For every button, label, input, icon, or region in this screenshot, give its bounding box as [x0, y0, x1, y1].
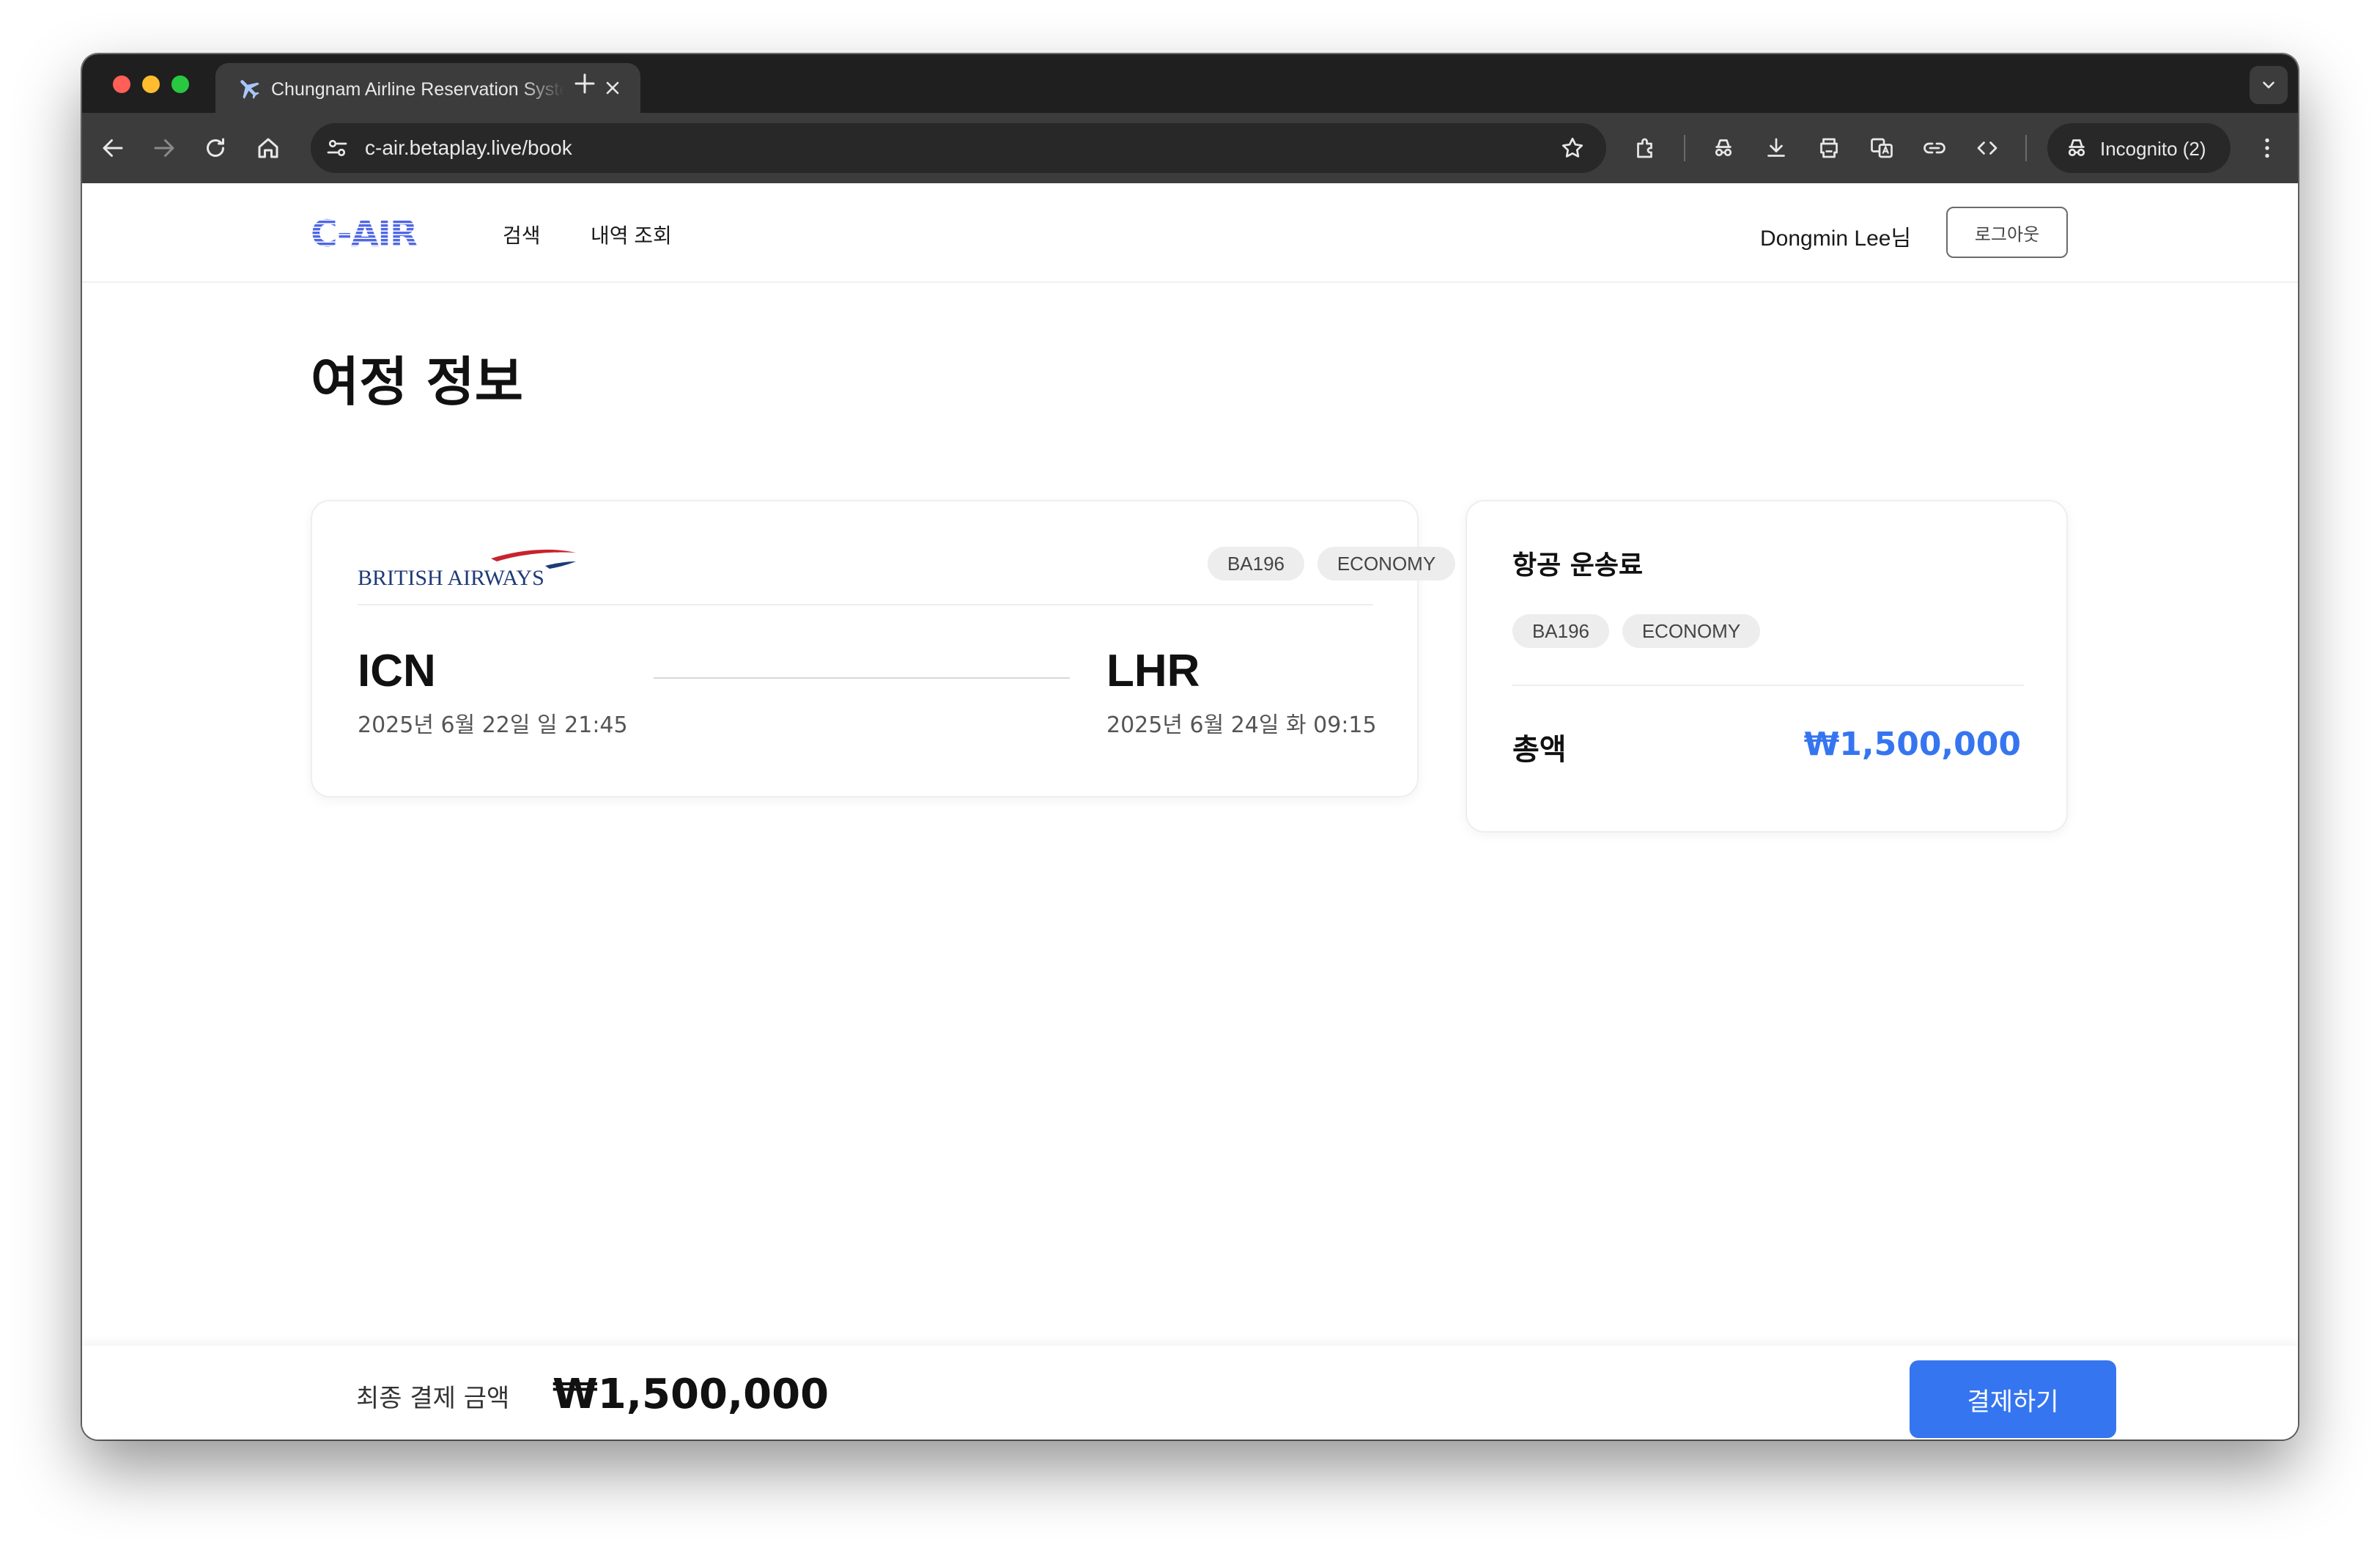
plus-icon[interactable]: [572, 70, 598, 97]
link-icon[interactable]: [1921, 135, 1948, 161]
translate-icon[interactable]: [1869, 135, 1895, 161]
incognito-icon: [2068, 139, 2085, 157]
payment-footer: 최종 결제 금액 ₩1,500,000 결제하기: [82, 1346, 2298, 1440]
arrival-airport: LHR: [1106, 646, 1200, 696]
fare-flight-code-badge: BA196: [1512, 614, 1609, 648]
total-value: ₩1,500,000: [1803, 726, 2021, 763]
flight-card: BRITISH AIRWAYS BA196 ECONOMY ICN LHR 20…: [311, 500, 1455, 797]
incognito-badge[interactable]: Incognito (2): [2047, 123, 2231, 173]
home-icon[interactable]: [255, 135, 281, 161]
fare-title: 항공 운송료: [1512, 550, 1644, 580]
page-title: 여정 정보: [311, 351, 524, 413]
route-line: [654, 677, 1070, 679]
svg-text:C-AIR: C-AIR: [311, 217, 418, 249]
back-arrow-icon[interactable]: [100, 135, 126, 161]
nav-history[interactable]: 내역 조회: [591, 220, 672, 249]
airplane-icon: [240, 80, 259, 99]
departure-airport: ICN: [358, 646, 436, 696]
minimize-window-button[interactable]: [142, 75, 160, 93]
logout-button[interactable]: 로그아웃: [1946, 207, 2068, 258]
incognito-label: Incognito (2): [2100, 138, 2206, 160]
tune-icon[interactable]: [324, 135, 350, 161]
browser-toolbar: c-air.betaplay.live/book Incognito (2): [82, 113, 2298, 183]
page-content: C-AIR 검색 내역 조회 Dongmin Lee님 로그아웃 여정 정보 B…: [82, 183, 2298, 1440]
download-icon[interactable]: [1763, 135, 1789, 161]
address-bar[interactable]: c-air.betaplay.live/book: [311, 123, 1606, 173]
tab-title: Chungnam Airline Reservation System: [271, 79, 564, 100]
departure-datetime: 2025년 6월 22일 일 21:45: [358, 712, 628, 738]
fare-card: 항공 운송료 BA196 ECONOMY 총액 ₩1,500,000: [1466, 500, 2068, 833]
fare-cabin-badge: ECONOMY: [1622, 614, 1760, 648]
user-name: Dongmin Lee님: [1760, 226, 1912, 251]
browser-window: Chungnam Airline Reservation System c-ai…: [82, 54, 2298, 1440]
code-icon[interactable]: [1974, 135, 2000, 161]
nav-search[interactable]: 검색: [503, 220, 541, 249]
incognito-icon[interactable]: [1710, 135, 1737, 161]
tab-search-button[interactable]: [2250, 66, 2288, 104]
kebab-menu-icon[interactable]: [2254, 135, 2280, 161]
printer-icon[interactable]: [1816, 135, 1842, 161]
svg-text:BRITISH AIRWAYS: BRITISH AIRWAYS: [358, 566, 544, 588]
british-airways-logo: BRITISH AIRWAYS: [358, 549, 576, 588]
arrival-datetime: 2025년 6월 24일 화 09:15: [1106, 712, 1377, 738]
c-air-logo[interactable]: C-AIR: [311, 217, 432, 249]
cabin-class-badge: ECONOMY: [1318, 547, 1455, 580]
star-icon[interactable]: [1559, 135, 1586, 161]
toolbar-divider: [1684, 135, 1685, 161]
card-divider: [1512, 685, 2024, 686]
close-icon[interactable]: [602, 78, 623, 98]
address-url: c-air.betaplay.live/book: [365, 136, 572, 159]
site-header: C-AIR 검색 내역 조회 Dongmin Lee님 로그아웃: [82, 183, 2298, 283]
pay-button[interactable]: 결제하기: [1910, 1360, 2116, 1438]
reload-icon[interactable]: [202, 135, 229, 161]
flight-code-badge: BA196: [1208, 547, 1304, 580]
puzzle-icon[interactable]: [1633, 135, 1659, 161]
final-amount: ₩1,500,000: [552, 1371, 829, 1418]
toolbar-divider: [2025, 135, 2027, 161]
close-window-button[interactable]: [113, 75, 130, 93]
card-divider: [358, 604, 1373, 605]
chevron-down-icon: [2263, 81, 2274, 89]
final-amount-label: 최종 결제 금액: [356, 1384, 510, 1413]
total-label: 총액: [1512, 733, 1567, 767]
forward-arrow-icon[interactable]: [151, 135, 177, 161]
zoom-window-button[interactable]: [171, 75, 189, 93]
tab-strip: Chungnam Airline Reservation System: [82, 54, 2298, 113]
